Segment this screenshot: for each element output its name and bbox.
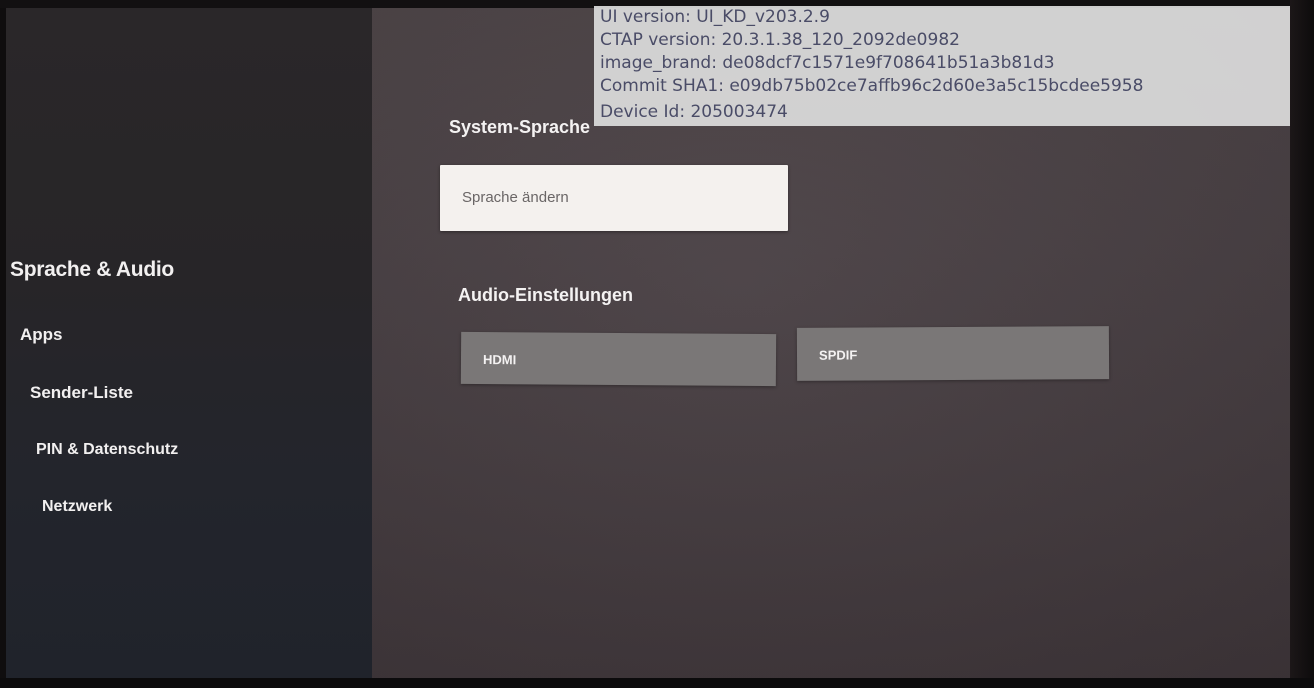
sidebar-item-sender-liste[interactable]: Sender-Liste <box>30 383 133 403</box>
screen-edge-right <box>1290 0 1314 688</box>
device-id-text: Device Id: 205003474 <box>600 102 788 122</box>
sidebar-item-sprache-audio[interactable]: Sprache & Audio <box>10 258 174 282</box>
debug-info-overlay: UI version: UI_KD_v203.2.9 CTAP version:… <box>594 6 1312 126</box>
commit-sha-text: Commit SHA1: e09db75b02ce7affb96c2d60e3a… <box>600 76 1144 96</box>
system-language-heading: System-Sprache <box>449 117 591 137</box>
screen-edge-bottom <box>0 678 1314 688</box>
change-language-button[interactable]: Sprache ändern <box>440 165 788 231</box>
tv-screen: Sprache & Audio Apps Sender-Liste PIN & … <box>0 0 1314 688</box>
sidebar-item-pin-datenschutz[interactable]: PIN & Datenschutz <box>36 441 178 459</box>
audio-settings-heading: Audio-Einstellungen <box>458 285 633 305</box>
spdif-label: SPDIF <box>818 347 858 363</box>
hdmi-label: HDMI <box>482 352 517 368</box>
sidebar-item-netzwerk[interactable]: Netzwerk <box>42 498 112 516</box>
hdmi-audio-button[interactable]: HDMI <box>460 331 777 387</box>
spdif-audio-button[interactable]: SPDIF <box>796 326 1110 381</box>
ui-version-text: UI version: UI_KD_v203.2.9 <box>600 7 830 27</box>
ctap-version-text: CTAP version: 20.3.1.38_120_2092de0982 <box>600 30 960 50</box>
change-language-label: Sprache ändern <box>462 189 569 206</box>
image-brand-text: image_brand: de08dcf7c1571e9f708641b51a3… <box>600 53 1055 73</box>
sidebar-item-apps[interactable]: Apps <box>20 325 63 345</box>
